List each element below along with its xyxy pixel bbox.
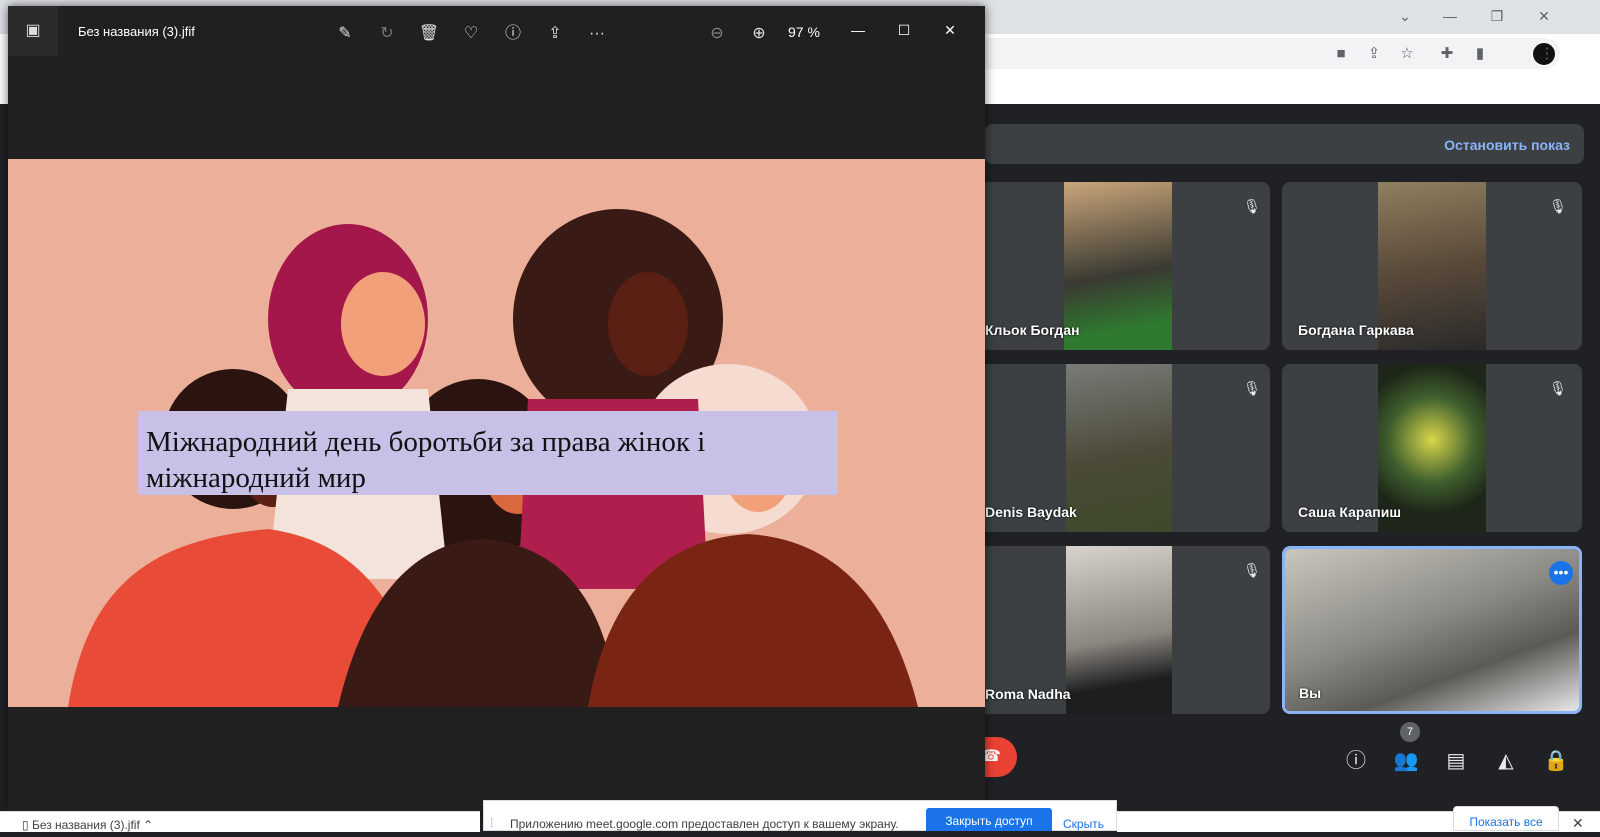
window-maximize-icon[interactable]: ☐ [892,18,916,42]
mic-off-icon: 🎙 [1243,198,1261,214]
participant-video [1285,549,1579,711]
activities-icon[interactable]: ◭ [1492,747,1520,775]
drag-handle-icon[interactable]: ⁞ [490,816,493,830]
file-icon: ▯ [22,818,32,832]
participant-tile[interactable]: 🎙 Denis Baydak [940,364,1270,532]
stop-presenting-button[interactable]: Остановить показ [1444,137,1570,153]
mic-off-icon: 🎙 [1243,380,1261,396]
participant-name: Кльок Богдан [985,322,1080,338]
stop-sharing-button[interactable]: Закрыть доступ [926,808,1052,831]
download-filename: Без названия (3).jfif [31,818,140,832]
image-filename: Без названия (3).jfif [78,24,195,39]
participant-tile[interactable]: 🎙 Богдана Гаркава [1282,182,1582,350]
minimize-icon[interactable]: — [1438,6,1462,26]
rotate-icon[interactable]: ↻ [375,22,399,46]
edit-icon[interactable]: ✎ [333,22,357,46]
participant-tile[interactable]: 🎙 Саша Карапиш [1282,364,1582,532]
participant-name: Богдана Гаркава [1298,322,1414,338]
zoom-out-icon[interactable]: ⊖ [705,22,729,46]
participant-name: Denis Baydak [985,504,1077,520]
screen-share-message: Приложению meet.google.com предоставлен … [510,817,899,831]
download-item[interactable]: ▯ Без названия (3).jfif ⌃ [22,818,153,832]
zoom-in-icon[interactable]: ⊕ [747,22,771,46]
chevron-up-icon[interactable]: ⌃ [143,818,153,832]
camera-icon[interactable]: ■ [1330,44,1352,64]
bookmark-star-icon[interactable]: ☆ [1396,44,1418,64]
window-close-icon[interactable]: ✕ [938,18,962,42]
show-all-downloads-button[interactable]: Показать все [1453,806,1559,831]
hide-banner-button[interactable]: Скрыть [1063,817,1104,831]
share-icon[interactable]: ⇪ [543,22,567,46]
host-controls-icon[interactable]: 🔒 [1542,747,1570,775]
mic-off-icon: 🎙 [1243,562,1261,578]
photo-app-icon: ▣ [8,6,58,56]
zoom-level[interactable]: 97 % [788,24,820,40]
delete-icon[interactable]: 🗑 [417,22,441,46]
restore-icon[interactable]: ❐ [1485,6,1509,26]
favorite-icon[interactable]: ♡ [459,22,483,46]
participant-video [1066,364,1172,532]
poster-caption-text: Міжнародний день боротьби за права жінок… [146,426,706,494]
extensions-icon[interactable]: ✚ [1436,44,1458,64]
more-options-icon[interactable]: ••• [1549,561,1573,585]
participant-tile[interactable]: 🎙 Кльок Богдан [940,182,1270,350]
self-view-tile[interactable]: ••• Вы [1282,546,1582,714]
share-page-icon[interactable]: ⇪ [1363,44,1385,64]
tab-search-icon[interactable]: ⌄ [1393,6,1417,26]
more-icon[interactable]: ··· [585,22,609,46]
participant-tile[interactable]: 🎙 Roma Nadha [940,546,1270,714]
meeting-info-icon[interactable]: ⓘ [1342,747,1370,775]
window-minimize-icon[interactable]: — [846,18,870,42]
info-icon[interactable]: ⓘ [501,22,525,46]
participant-video [1064,182,1172,350]
mic-off-icon: 🎙 [1549,198,1567,214]
mic-off-icon: 🎙 [1549,380,1567,396]
participant-video [1066,546,1172,714]
side-panel-icon[interactable]: ▮ [1469,44,1491,64]
photo-viewer-window: ▣ Без названия (3).jfif ✎ ↻ 🗑 ♡ ⓘ ⇪ ··· … [8,6,985,811]
people-icon[interactable]: 👥 [1392,747,1420,775]
participant-name: Roma Nadha [985,686,1071,702]
close-shelf-icon[interactable]: ✕ [1572,815,1584,832]
close-icon[interactable]: ✕ [1532,6,1556,26]
browser-menu-icon[interactable]: ⋮ [1536,44,1558,64]
participant-name: Саша Карапиш [1298,504,1401,520]
chat-icon[interactable]: ▤ [1442,747,1470,775]
people-count-badge: 7 [1400,722,1420,742]
participant-name: Вы [1299,685,1322,701]
